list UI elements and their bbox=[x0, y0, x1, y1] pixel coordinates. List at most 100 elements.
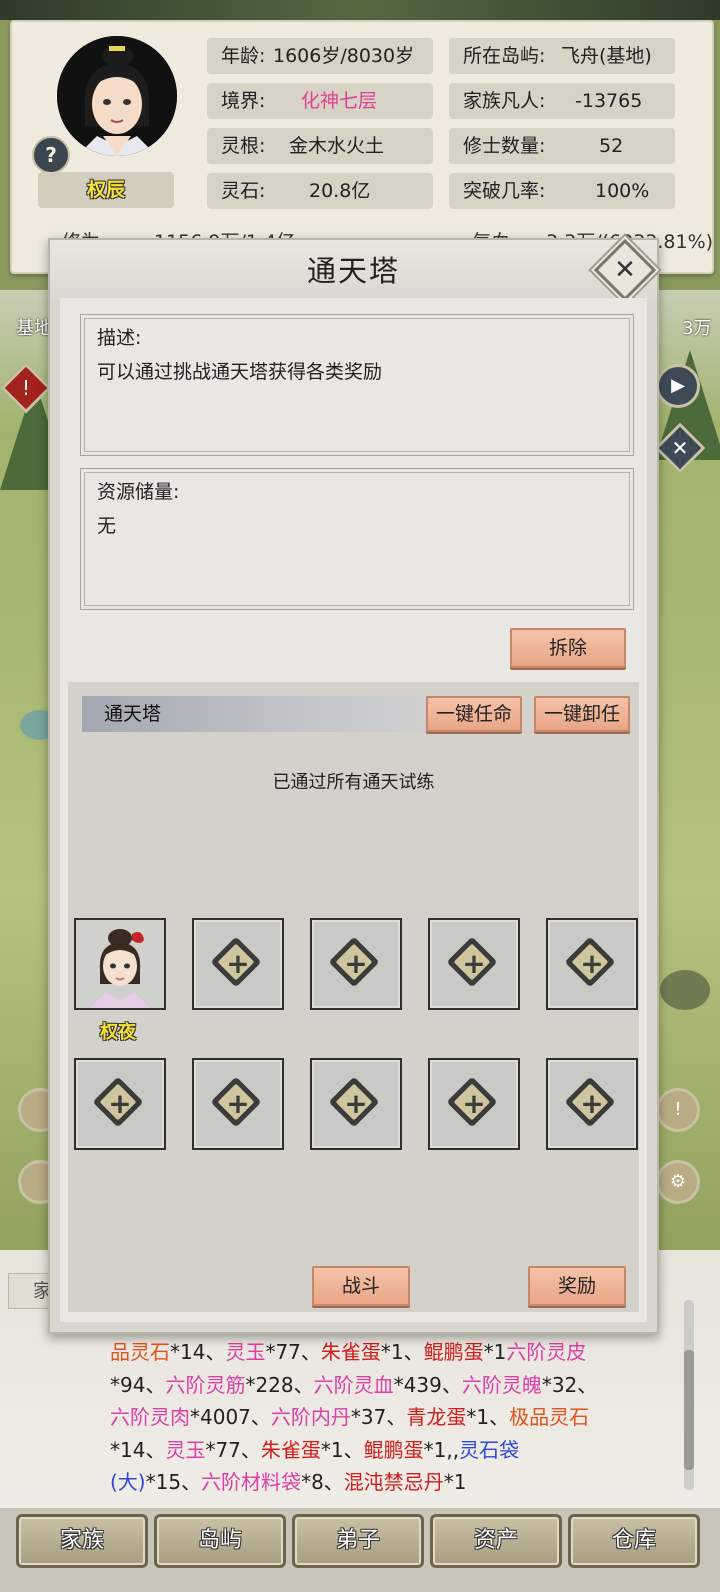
log-segment: *4007、 bbox=[190, 1405, 271, 1430]
stat-spirit-stone: 灵石: 20.8亿 bbox=[207, 173, 433, 209]
add-icon: + bbox=[226, 947, 250, 980]
log-segment: 灵玉 bbox=[165, 1437, 206, 1462]
trial-status-text: 已通过所有通天试练 bbox=[272, 772, 435, 793]
reward-button[interactable]: 奖励 bbox=[528, 1266, 626, 1306]
stat-island-value: 飞舟(基地) bbox=[561, 45, 652, 67]
log-segment: 六阶内丹 bbox=[270, 1405, 351, 1430]
log-segment: 六阶材料袋 bbox=[201, 1470, 302, 1495]
description-title: 描述: bbox=[97, 327, 142, 349]
log-segment: (大) bbox=[110, 1470, 146, 1495]
stat-cultivators-label: 修士数量: bbox=[463, 135, 546, 157]
log-segment: 青龙蛋 bbox=[406, 1405, 467, 1430]
tower-name: 通天塔 bbox=[104, 703, 162, 725]
log-segment: 混沌禁忌丹 bbox=[343, 1470, 444, 1495]
nav-disciples[interactable]: 弟子 bbox=[292, 1514, 424, 1568]
log-segment: 灵玉 bbox=[225, 1340, 266, 1364]
player-name: 权辰 bbox=[38, 172, 174, 208]
close-icon: ✕ bbox=[614, 255, 636, 285]
stat-breakthrough-label: 突破几率: bbox=[463, 180, 546, 202]
empty-slot[interactable]: + bbox=[428, 918, 520, 1010]
stat-spirit-stone-label: 灵石: bbox=[221, 180, 266, 202]
log-segment: 鲲鹏蛋 bbox=[363, 1437, 424, 1462]
map-location-label: 基地 bbox=[16, 318, 52, 339]
log-segment: 六阶灵肉 bbox=[110, 1405, 190, 1430]
log-scrollbar[interactable] bbox=[684, 1300, 694, 1490]
stat-cultivators-value: 52 bbox=[599, 135, 624, 157]
log-line: *14、灵玉*77、朱雀蛋*1、鲲鹏蛋*1,,灵石袋 bbox=[110, 1434, 680, 1467]
log-segment: *1 bbox=[483, 1340, 507, 1364]
empty-slot[interactable]: + bbox=[74, 1058, 166, 1150]
add-icon: + bbox=[108, 1087, 132, 1120]
disciple-avatar bbox=[76, 920, 164, 1008]
nav-family[interactable]: 家族 bbox=[16, 1514, 148, 1568]
resource-title: 资源储量: bbox=[97, 481, 180, 503]
nav-warehouse[interactable]: 仓库 bbox=[568, 1514, 700, 1568]
message-log: 品灵石*14、灵玉*77、朱雀蛋*1、鲲鹏蛋*1六阶灵皮 *94、六阶灵筋*228… bbox=[110, 1336, 680, 1494]
empty-slot[interactable]: + bbox=[546, 1058, 638, 1150]
add-icon: + bbox=[462, 947, 486, 980]
top-banner bbox=[0, 0, 720, 20]
log-segment: *14、 bbox=[110, 1437, 166, 1462]
log-segment: 六阶灵魄 bbox=[461, 1372, 542, 1397]
disciple-name: 权夜 bbox=[100, 1022, 136, 1043]
empty-slot[interactable]: + bbox=[192, 918, 284, 1010]
stat-age-label: 年龄: bbox=[221, 45, 266, 67]
help-icon[interactable]: ? bbox=[32, 136, 70, 174]
log-segment: *94、 bbox=[110, 1372, 166, 1397]
log-line: *94、六阶灵筋*228、六阶灵血*439、六阶灵魄*32、 bbox=[110, 1369, 680, 1402]
play-icon[interactable]: ▶ bbox=[656, 364, 700, 408]
log-segment: *32、 bbox=[541, 1372, 598, 1397]
log-segment: *77、 bbox=[205, 1437, 261, 1462]
stat-island-label: 所在岛屿: bbox=[463, 45, 546, 67]
tower-dialog: 通天塔 ✕ 描述: 可以通过挑战通天塔获得各类奖励 资源储量: 无 拆除 通天塔… bbox=[48, 238, 659, 1334]
gear-icon[interactable]: ⚙ bbox=[656, 1160, 700, 1204]
nav-islands[interactable]: 岛屿 bbox=[154, 1514, 286, 1568]
assign-all-button[interactable]: 一键任命 bbox=[426, 696, 522, 732]
stat-mortals-value: -13765 bbox=[575, 90, 643, 112]
add-icon: + bbox=[462, 1087, 486, 1120]
log-segment: 极品灵石 bbox=[509, 1405, 590, 1430]
resource-box: 资源储量: 无 bbox=[80, 468, 634, 610]
stat-root-label: 灵根: bbox=[221, 135, 266, 157]
stat-age-value: 1606岁/8030岁 bbox=[273, 45, 415, 67]
log-segment: *14、 bbox=[170, 1340, 226, 1364]
add-icon: + bbox=[580, 1087, 604, 1120]
stat-breakthrough-value: 100% bbox=[595, 180, 650, 202]
info-side-icon[interactable]: ! bbox=[656, 1088, 700, 1132]
tower-assignment-panel: 通天塔 一键任命 一键卸任 已通过所有通天试练 权夜 + + + + + + +… bbox=[68, 682, 639, 1312]
stat-realm-value: 化神七层 bbox=[301, 90, 378, 112]
empty-slot[interactable]: + bbox=[192, 1058, 284, 1150]
empty-slot[interactable]: + bbox=[310, 918, 402, 1010]
dismiss-all-button[interactable]: 一键卸任 bbox=[534, 696, 630, 732]
empty-slot[interactable]: + bbox=[428, 1058, 520, 1150]
battle-button[interactable]: 战斗 bbox=[312, 1266, 410, 1306]
log-segment: 六阶灵筋 bbox=[165, 1372, 246, 1397]
add-icon: + bbox=[580, 947, 604, 980]
log-segment: *8、 bbox=[301, 1470, 344, 1495]
stat-cultivators: 修士数量: 52 bbox=[449, 128, 675, 164]
log-segment: *1 bbox=[443, 1470, 467, 1495]
empty-slot[interactable]: + bbox=[310, 1058, 402, 1150]
log-segment: *77、 bbox=[265, 1340, 321, 1364]
nav-assets[interactable]: 资产 bbox=[430, 1514, 562, 1568]
add-icon: + bbox=[344, 1087, 368, 1120]
log-segment: *1、 bbox=[320, 1437, 364, 1462]
log-segment: *1、 bbox=[466, 1405, 510, 1430]
dialog-body: 描述: 可以通过挑战通天塔获得各类奖励 资源储量: 无 拆除 通天塔 一键任命 … bbox=[60, 298, 647, 1322]
log-line: (大)*15、六阶材料袋*8、混沌禁忌丹*1 bbox=[110, 1466, 680, 1499]
stat-age: 年龄: 1606岁/8030岁 bbox=[207, 38, 433, 74]
stat-realm-label: 境界: bbox=[221, 90, 266, 112]
empty-slot[interactable]: + bbox=[546, 918, 638, 1010]
stat-realm: 境界: 化神七层 bbox=[207, 83, 433, 119]
dialog-title: 通天塔 bbox=[50, 240, 657, 300]
disciple-slot-filled[interactable] bbox=[74, 918, 166, 1010]
stat-root: 灵根: 金木水火土 bbox=[207, 128, 433, 164]
log-segment: 品灵石 bbox=[110, 1340, 170, 1364]
log-segment: 灵石袋 bbox=[459, 1437, 520, 1462]
demolish-button[interactable]: 拆除 bbox=[510, 628, 626, 668]
stat-root-value: 金木水火土 bbox=[289, 135, 385, 157]
resource-text: 无 bbox=[97, 515, 117, 537]
player-avatar[interactable] bbox=[57, 36, 177, 156]
add-icon: + bbox=[226, 1087, 250, 1120]
log-segment: *37、 bbox=[350, 1405, 407, 1430]
